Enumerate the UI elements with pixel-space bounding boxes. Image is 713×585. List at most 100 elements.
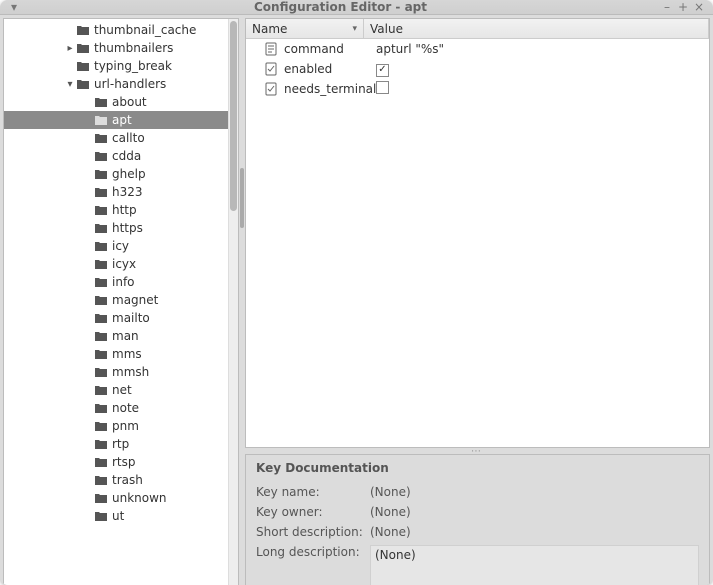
tree-item-about[interactable]: about [4,93,238,111]
key-name-label: enabled [284,62,374,76]
folder-icon [94,168,108,180]
tree-item-mailto[interactable]: mailto [4,309,238,327]
right-panel: Name ▾ Value commandapturl "%s" enabled ne… [245,18,710,585]
tree-item-mmsh[interactable]: mmsh [4,363,238,381]
folder-icon [94,222,108,234]
tree-item-apt[interactable]: apt [4,111,238,129]
doc-long-label: Long description: [256,545,366,585]
pane-grip-vertical[interactable] [240,18,244,585]
column-header-value-label: Value [370,22,403,36]
column-header-name-label: Name [252,22,287,36]
expander-icon[interactable]: ▾ [64,79,76,90]
tree-item-label: note [112,401,139,415]
tree-item-net[interactable]: net [4,381,238,399]
scrollbar-vertical[interactable] [228,19,238,585]
folder-icon [94,348,108,360]
folder-icon [94,114,108,126]
tree-scroll[interactable]: thumbnail_cache ▸ thumbnailers typing_break… [4,19,238,585]
key-value-text: apturl "%s" [376,42,444,56]
maximize-icon[interactable]: + [675,0,691,14]
minimize-icon[interactable]: – [659,0,675,14]
folder-icon [94,186,108,198]
tree-panel: thumbnail_cache ▸ thumbnailers typing_break… [3,18,239,585]
tree-item-ut[interactable]: ut [4,507,238,525]
tree-item-unknown[interactable]: unknown [4,489,238,507]
folder-icon [94,366,108,378]
tree-item-icy[interactable]: icy [4,237,238,255]
tree-item-man[interactable]: man [4,327,238,345]
titlebar[interactable]: ▾ Configuration Editor - apt – + × [0,0,713,15]
tree-item-label: https [112,221,143,235]
close-icon[interactable]: × [691,0,707,14]
tree-item-typing_break[interactable]: typing_break [4,57,238,75]
folder-icon [94,294,108,306]
tree-item-label: icy [112,239,129,253]
tree-item-thumbnailers[interactable]: ▸ thumbnailers [4,39,238,57]
key-value[interactable] [374,81,709,97]
tree-item-note[interactable]: note [4,399,238,417]
tree-item-label: mailto [112,311,150,325]
folder-icon [94,258,108,270]
doc-short-value: (None) [370,525,699,539]
tree-item-mms[interactable]: mms [4,345,238,363]
expander-icon[interactable]: ▸ [64,43,76,54]
tree-item-info[interactable]: info [4,273,238,291]
tree-item-http[interactable]: http [4,201,238,219]
key-type-icon [264,42,278,56]
tree-item-callto[interactable]: callto [4,129,238,147]
folder-icon [94,132,108,144]
column-header-name[interactable]: Name ▾ [246,19,364,38]
folder-icon [94,96,108,108]
checkbox[interactable] [376,64,389,77]
doc-short-label: Short description: [256,525,366,539]
list-header: Name ▾ Value [246,19,709,39]
tree-item-icyx[interactable]: icyx [4,255,238,273]
tree-item-magnet[interactable]: magnet [4,291,238,309]
tree-item-pnm[interactable]: pnm [4,417,238,435]
key-value[interactable]: apturl "%s" [374,42,709,56]
menu-icon[interactable]: ▾ [6,0,22,14]
key-type-icon [264,82,278,96]
doc-key-owner-value: (None) [370,505,699,519]
tree-item-ghelp[interactable]: ghelp [4,165,238,183]
tree-item-rtp[interactable]: rtp [4,435,238,453]
tree-item-label: unknown [112,491,167,505]
tree-item-thumbnail_cache[interactable]: thumbnail_cache [4,21,238,39]
tree-item-label: thumbnailers [94,41,173,55]
split-horizontal: thumbnail_cache ▸ thumbnailers typing_break… [3,18,710,585]
doc-long-value: (None) [370,545,699,585]
tree-item-rtsp[interactable]: rtsp [4,453,238,471]
folder-icon [94,492,108,504]
tree-item-label: url-handlers [94,77,166,91]
sort-indicator-icon: ▾ [352,24,357,34]
tree-item-label: rtsp [112,455,136,469]
key-row-enabled[interactable]: enabled [246,59,709,79]
tree-item-h323[interactable]: h323 [4,183,238,201]
tree-item-label: apt [112,113,132,127]
window-body: thumbnail_cache ▸ thumbnailers typing_break… [0,15,713,585]
doc-key-owner-label: Key owner: [256,505,366,519]
tree-item-label: mms [112,347,142,361]
key-value[interactable] [374,61,709,77]
folder-icon [94,204,108,216]
folder-icon [94,330,108,342]
folder-icon [76,60,90,72]
tree-item-cdda[interactable]: cdda [4,147,238,165]
key-row-needs_terminal[interactable]: needs_terminal [246,79,709,99]
checkbox[interactable] [376,81,389,94]
doc-panel: Key Documentation Key name: (None) Key o… [245,454,710,585]
tree-item-label: thumbnail_cache [94,23,196,37]
folder-icon [76,42,90,54]
doc-key-name-value: (None) [370,485,699,499]
tree-item-url-handlers[interactable]: ▾ url-handlers [4,75,238,93]
key-type-icon [264,62,278,76]
folder-icon [76,24,90,36]
tree-item-label: http [112,203,137,217]
key-row-command[interactable]: commandapturl "%s" [246,39,709,59]
tree-item-trash[interactable]: trash [4,471,238,489]
tree-item-https[interactable]: https [4,219,238,237]
list-body[interactable]: commandapturl "%s" enabled needs_terminal [246,39,709,447]
scrollbar-thumb[interactable] [230,21,237,211]
folder-icon [94,384,108,396]
column-header-value[interactable]: Value [364,19,709,38]
